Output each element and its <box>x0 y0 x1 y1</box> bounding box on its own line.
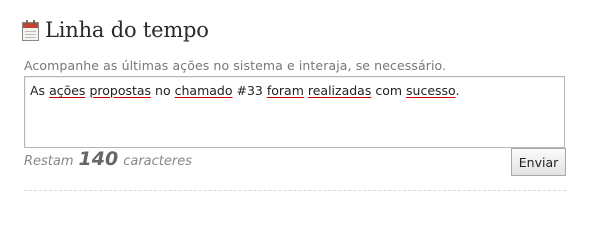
misspelled-word: chamado <box>174 83 233 98</box>
message-textarea[interactable]: As ações propostas no chamado #33 foram … <box>24 76 565 148</box>
character-counter: Restam 140 caracteres <box>24 148 192 174</box>
timeline-description: Acompanhe as últimas ações no sistema e … <box>24 58 447 73</box>
send-button[interactable]: Enviar <box>511 148 566 176</box>
message-word: com <box>375 83 403 98</box>
misspelled-word: sucesso <box>406 83 456 98</box>
divider <box>24 190 566 191</box>
counter-suffix: caracteres <box>123 154 192 169</box>
message-word: As <box>30 83 46 98</box>
page-title: Linha do tempo <box>45 18 209 42</box>
counter-remaining: 140 <box>78 148 119 170</box>
misspelled-word: realizadas <box>307 83 372 98</box>
misspelled-word: propostas <box>89 83 152 98</box>
timeline-header: Linha do tempo <box>22 16 209 44</box>
message-word: no <box>155 83 171 98</box>
misspelled-word: ações <box>49 83 86 98</box>
counter-prefix: Restam <box>24 154 74 169</box>
calendar-icon <box>22 19 39 41</box>
misspelled-word: foram <box>266 83 304 98</box>
message-word: . <box>455 83 460 98</box>
message-word: #33 <box>236 83 263 98</box>
